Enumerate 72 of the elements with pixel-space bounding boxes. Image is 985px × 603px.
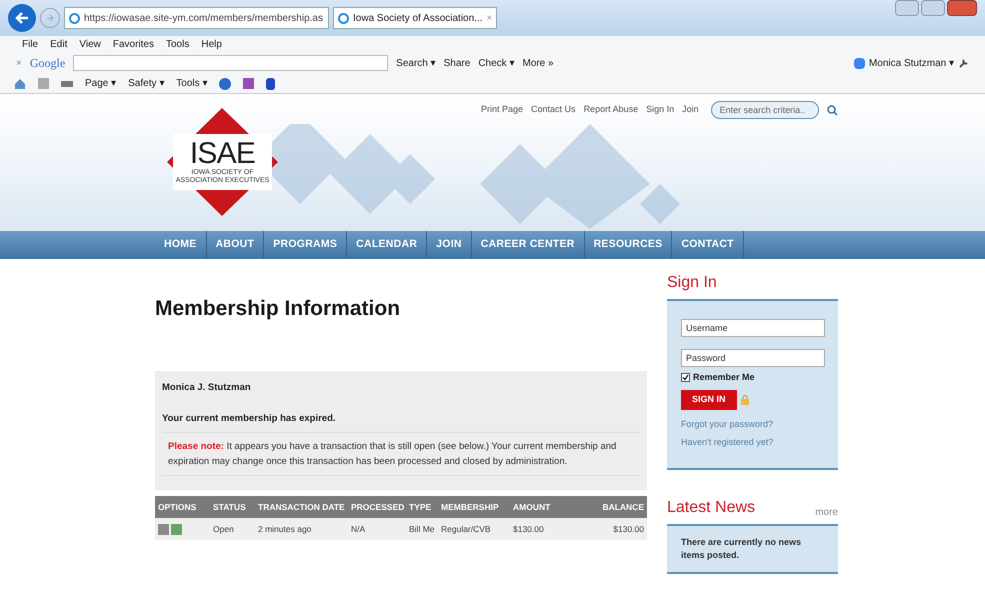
column-header: TRANSACTION DATE (258, 500, 346, 514)
nav-item[interactable]: JOIN (427, 231, 472, 259)
menu-item[interactable]: Favorites (112, 36, 154, 52)
user-menu[interactable]: Monica Stutzman ▾ (868, 56, 954, 70)
column-header: BALANCE (601, 500, 644, 514)
table-cell-text: Regular/CVB (441, 522, 492, 536)
menu-item[interactable]: Help (201, 36, 222, 52)
column-header: PROCESSED (351, 500, 406, 514)
membership-status: Your current membership has expired. (162, 412, 640, 433)
tab-title: Iowa Society of Association... (353, 12, 483, 26)
nav-item[interactable]: ABOUT (206, 231, 264, 259)
close-button[interactable] (947, 0, 977, 16)
nav-item[interactable]: HOME (155, 231, 207, 259)
command-button[interactable]: Page ▾ (85, 76, 116, 91)
home-icon[interactable] (14, 78, 26, 90)
remember-me-label: Remember Me (693, 371, 755, 384)
open-transaction-note: Please note: It appears you have a transaction that is still open (see below.) Your current membership and expiration may change once this transaction has been processed and closed by administration. (162, 433, 640, 476)
password-field[interactable]: Password (681, 349, 825, 367)
lock-icon (740, 394, 749, 404)
nav-item[interactable]: CALENDAR (347, 231, 428, 259)
nav-item[interactable]: RESOURCES (584, 231, 672, 259)
column-header: TYPE (409, 500, 432, 514)
table-cell-text: N/A (351, 522, 366, 536)
logo-mark: ISAE (190, 139, 256, 169)
toolbar-button[interactable]: More » (522, 56, 554, 70)
table-cell-text: 2 minutes ago (258, 522, 312, 536)
back-button[interactable] (8, 4, 36, 32)
remember-me-checkbox[interactable] (681, 373, 690, 382)
table-cell-text: Open (213, 522, 235, 536)
top-link[interactable]: Print Page (481, 103, 524, 117)
site-search-field[interactable]: Enter search criteria.. (710, 101, 819, 119)
top-link[interactable]: Contact Us (531, 103, 576, 117)
column-header: STATUS (213, 500, 247, 514)
toolbar-button[interactable]: Check ▾ (478, 56, 514, 70)
more-link[interactable]: more (815, 504, 838, 520)
address-text: https://iowasae.site-ym.com/members/membership.as (84, 12, 323, 26)
search-icon[interactable] (826, 104, 838, 116)
wrench-icon[interactable] (958, 58, 969, 68)
page-title: Membership Information (155, 296, 402, 322)
back-arrow-icon (14, 10, 30, 26)
command-button[interactable]: Tools ▾ (176, 76, 208, 91)
address-field[interactable]: https://iowasae.site-ym.com/members/membership.as (64, 7, 329, 29)
forward-arrow-icon (45, 13, 55, 23)
no-news-message: There are currently no news items posted. (681, 536, 802, 562)
column-header: AMOUNT (513, 500, 552, 514)
top-link[interactable]: Report Abuse (584, 103, 638, 117)
column-header: MEMBERSHIP (441, 500, 500, 514)
member-name: Monica J. Stutzman (162, 380, 252, 394)
menu-item[interactable]: View (79, 36, 101, 52)
table-cell-text: Bill Me (409, 522, 436, 536)
username-field[interactable]: Username (681, 319, 825, 337)
google-search-field[interactable] (73, 55, 388, 71)
column-header: OPTIONS (158, 500, 198, 514)
nav-item[interactable]: CAREER CENTER (472, 231, 585, 259)
top-link[interactable]: Join (682, 103, 699, 117)
table-cell-text: $130.00 (513, 522, 545, 536)
top-link[interactable]: Sign In (646, 103, 674, 117)
browser-tab[interactable]: Iowa Society of Association... × (333, 7, 498, 29)
command-button[interactable]: Safety ▾ (128, 76, 164, 91)
menu-item[interactable]: Edit (50, 36, 68, 52)
logo-diamond-icon (165, 106, 280, 218)
nav-item[interactable]: CONTACT (672, 231, 744, 259)
sign-in-button[interactable]: SIGN IN (681, 390, 737, 410)
menu-item[interactable]: File (22, 36, 38, 52)
google-logo: Google (30, 55, 66, 72)
sidebar-heading: Latest News (667, 498, 756, 518)
toolbar-button[interactable]: Search ▾ (396, 56, 436, 70)
nav-item[interactable]: PROGRAMS (264, 231, 348, 259)
menu-item[interactable]: Tools (166, 36, 190, 52)
table-cell-text: $130.00 (612, 522, 644, 536)
sidebar-heading: Sign In (667, 273, 718, 293)
toolbar-button[interactable]: Share (444, 56, 470, 70)
